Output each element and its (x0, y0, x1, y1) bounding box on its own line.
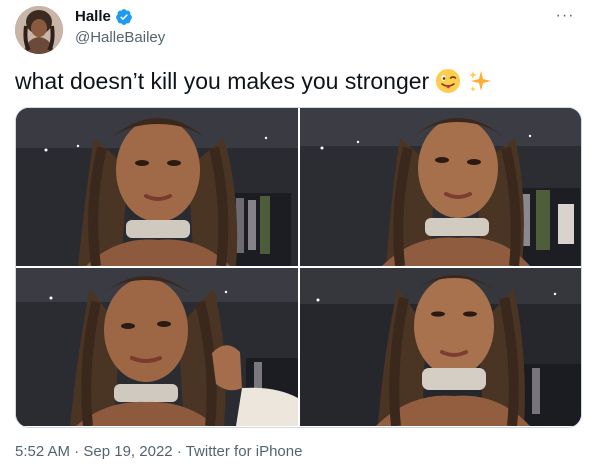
timestamp-separator: · (74, 443, 80, 460)
tweet-source[interactable]: Twitter for iPhone (186, 443, 303, 460)
avatar-image (15, 6, 63, 54)
tweet-timestamp: 5:52 AM · Sep 19, 2022 · Twitter for iPh… (15, 442, 302, 462)
more-icon: ··· (555, 7, 575, 24)
photo-2[interactable] (300, 108, 581, 266)
photo-3[interactable] (16, 268, 298, 426)
tweet-date[interactable]: Sep 19, 2022 (83, 443, 172, 460)
display-name[interactable]: Halle (75, 7, 111, 27)
display-name-row[interactable]: Halle (75, 7, 133, 27)
tweet-text: what doesn’t kill you makes you stronger (15, 66, 493, 96)
photo-1[interactable] (16, 108, 298, 266)
photo-1-image (16, 108, 298, 266)
timestamp-separator: · (176, 443, 182, 460)
photo-3-image (16, 268, 298, 426)
avatar[interactable] (15, 6, 63, 54)
tweet-text-body: what doesn’t kill you makes you stronger (15, 68, 430, 94)
user-handle[interactable]: @HalleBailey (75, 28, 165, 48)
tweet-time[interactable]: 5:52 AM (15, 443, 70, 460)
photo-4-image (300, 268, 581, 426)
tweet: Halle @HalleBailey ··· what doesn’t kill… (0, 0, 593, 475)
photo-4[interactable] (300, 268, 581, 426)
more-options-button[interactable]: ··· (553, 6, 577, 26)
winking-face-with-tongue-emoji-icon (435, 68, 461, 94)
sparkles-emoji-icon (467, 68, 493, 94)
media-grid (15, 107, 582, 428)
photo-2-image (300, 108, 581, 266)
verified-badge-icon (115, 8, 133, 26)
